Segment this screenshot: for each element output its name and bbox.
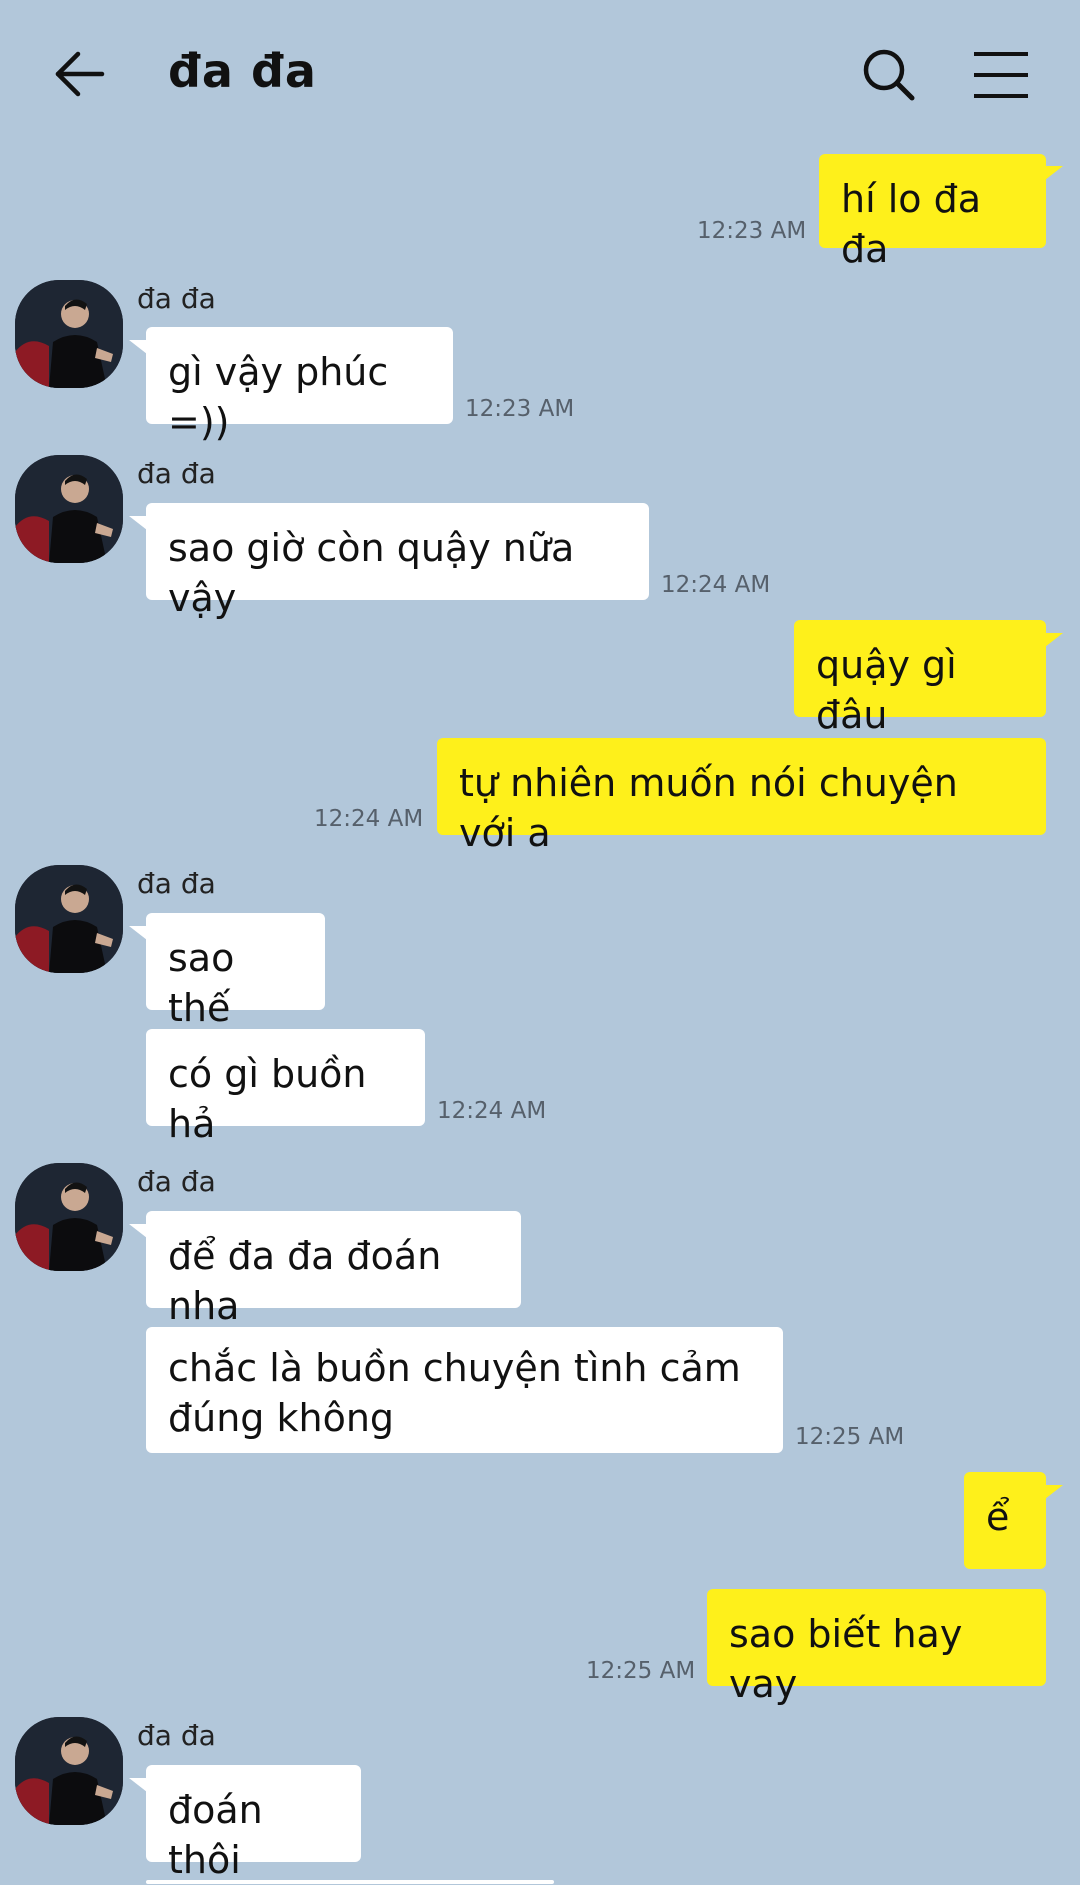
- avatar-icon: [15, 865, 123, 973]
- message-bubble-outgoing[interactable]: quậy gì đâu: [794, 620, 1046, 737]
- avatar[interactable]: [15, 1717, 123, 1825]
- search-icon: [863, 49, 915, 101]
- message-bubble-incoming[interactable]: có gì buồn hả: [146, 1029, 425, 1146]
- sender-name: đa đa: [137, 282, 216, 315]
- bubble-tail: [129, 340, 147, 354]
- message-bubble-incoming-partial[interactable]: [146, 1880, 554, 1884]
- avatar-icon: [15, 1717, 123, 1825]
- message-timestamp: 12:24 AM: [437, 1098, 547, 1124]
- message-bubble-incoming[interactable]: gì vậy phúc =)): [146, 327, 453, 444]
- bubble-tail: [1045, 633, 1063, 647]
- chat-header: đa đa: [0, 0, 1080, 150]
- bubble-tail: [129, 1778, 147, 1792]
- message-bubble-outgoing[interactable]: tự nhiên muốn nói chuyện với a: [437, 738, 1046, 855]
- message-timestamp: 12:25 AM: [795, 1424, 905, 1450]
- message-timestamp: 12:23 AM: [465, 396, 575, 422]
- arrow-left-icon: [55, 51, 105, 97]
- chat-title: đa đa: [168, 44, 317, 98]
- message-timestamp: 12:23 AM: [697, 218, 807, 244]
- message-bubble-incoming[interactable]: sao thế: [146, 913, 325, 1030]
- sender-name: đa đa: [137, 1719, 216, 1752]
- message-timestamp: 12:24 AM: [314, 806, 424, 832]
- bubble-tail: [1045, 166, 1063, 180]
- message-bubble-incoming[interactable]: đoán thôi: [146, 1765, 361, 1882]
- avatar[interactable]: [15, 455, 123, 563]
- bubble-tail: [129, 926, 147, 940]
- bubble-tail: [129, 1224, 147, 1238]
- menu-button[interactable]: [972, 50, 1030, 100]
- message-bubble-incoming[interactable]: chắc là buồn chuyện tình cảm đúng không: [146, 1327, 783, 1453]
- back-button[interactable]: [52, 46, 108, 102]
- avatar-icon: [15, 455, 123, 563]
- menu-icon: [974, 52, 1028, 98]
- message-bubble-incoming[interactable]: sao giờ còn quậy nữa vậy: [146, 503, 649, 620]
- sender-name: đa đa: [137, 457, 216, 490]
- bubble-tail: [1045, 1485, 1063, 1499]
- avatar[interactable]: [15, 280, 123, 388]
- avatar[interactable]: [15, 1163, 123, 1271]
- search-button[interactable]: [860, 46, 918, 104]
- message-bubble-outgoing[interactable]: hí lo đa đa: [819, 154, 1046, 271]
- avatar-icon: [15, 1163, 123, 1271]
- bubble-tail: [129, 516, 147, 530]
- message-timestamp: 12:25 AM: [586, 1658, 696, 1684]
- message-bubble-outgoing[interactable]: sao biết hay vay: [707, 1589, 1046, 1706]
- message-bubble-incoming[interactable]: để đa đa đoán nha: [146, 1211, 521, 1328]
- message-timestamp: 12:24 AM: [661, 572, 771, 598]
- message-bubble-outgoing[interactable]: ể: [964, 1472, 1046, 1569]
- sender-name: đa đa: [137, 1165, 216, 1198]
- avatar-icon: [15, 280, 123, 388]
- sender-name: đa đa: [137, 867, 216, 900]
- avatar[interactable]: [15, 865, 123, 973]
